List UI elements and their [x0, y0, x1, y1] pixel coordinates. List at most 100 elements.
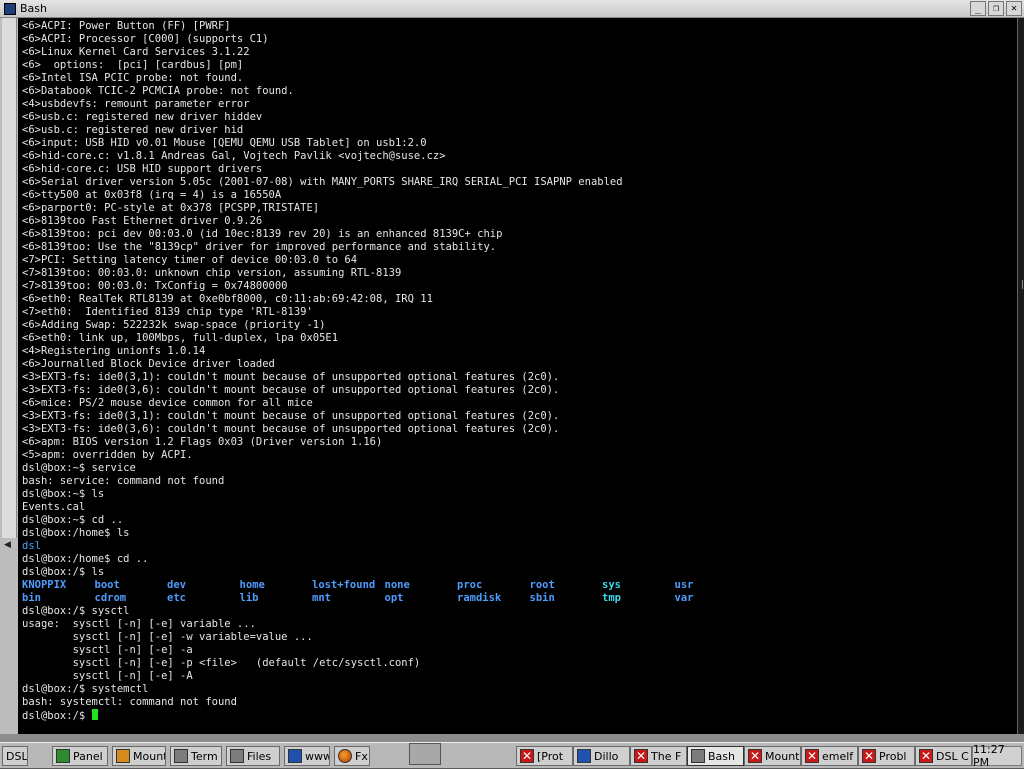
console-line: dsl@box:/$ sysctl: [22, 605, 130, 617]
launcher-label: Fx: [355, 749, 368, 763]
launcher-panel[interactable]: Panel: [52, 746, 108, 766]
task-button[interactable]: ✕ Probl: [858, 746, 915, 766]
scrollbar[interactable]: ◀: [0, 18, 18, 742]
ls-entry: home: [239, 579, 265, 591]
console-line: dsl: [22, 540, 41, 552]
clock: 11:27 PM: [972, 743, 1022, 769]
prompt-line[interactable]: dsl@box:/$: [22, 709, 1012, 722]
launcher-fx[interactable]: Fx: [334, 746, 370, 766]
console-line: <3>EXT3-fs: ide0(3,1): couldn't mount be…: [22, 371, 560, 383]
ls-entry: etc: [167, 592, 186, 604]
title-bar[interactable]: Bash _ ❐ ✕: [0, 0, 1024, 18]
launcher-label: Mount: [133, 749, 166, 763]
ls-entry: ramdisk: [457, 592, 502, 604]
taskbar: DSL 11:27 PM Panel Mount Term Files www Fx ✕ [P…: [0, 742, 1024, 769]
bash-icon: [691, 749, 705, 763]
console-line: <6>8139too Fast Ethernet driver 0.9.26: [22, 215, 263, 227]
start-button[interactable]: DSL: [2, 746, 28, 766]
ls-entry: proc: [457, 579, 483, 591]
console-line: <6> options: [pci] [cardbus] [pm]: [22, 59, 244, 71]
console-line: <6>apm: BIOS version 1.2 Flags 0x03 (Dri…: [22, 436, 383, 448]
console-line: <4>usbdevfs: remount parameter error: [22, 98, 250, 110]
launcher-mount[interactable]: Mount: [112, 746, 166, 766]
maximize-button[interactable]: ❐: [988, 1, 1004, 16]
task-label: Bash: [708, 749, 735, 763]
mount-icon: [116, 749, 130, 763]
console-line: <3>EXT3-fs: ide0(3,6): couldn't mount be…: [22, 423, 560, 435]
x-icon: ✕: [862, 749, 876, 763]
console-line: <6>Databook TCIC-2 PCMCIA probe: not fou…: [22, 85, 294, 97]
console-line: <6>8139too: Use the "8139cp" driver for …: [22, 241, 497, 253]
task-button[interactable]: ✕ The F: [630, 746, 687, 766]
task-button[interactable]: ✕ [Prot: [516, 746, 573, 766]
task-label: Probl: [879, 749, 907, 763]
minimize-button[interactable]: _: [970, 1, 986, 16]
ls-entry: opt: [384, 592, 404, 604]
console-line: dsl@box:/$ ls: [22, 566, 105, 578]
text-cursor: [91, 709, 98, 720]
console-line: <6>input: USB HID v0.01 Mouse [QEMU QEMU…: [22, 137, 427, 149]
scrollbar-thumb[interactable]: [2, 18, 17, 538]
launcher-label: Panel: [73, 749, 103, 763]
launcher-files[interactable]: Files: [226, 746, 280, 766]
console-line: <6>hid-core.c: v1.8.1 Andreas Gal, Vojte…: [22, 150, 446, 162]
x-icon: ✕: [805, 749, 819, 763]
x-icon: ✕: [634, 749, 648, 763]
console-line: <4>Registering unionfs 1.0.14: [22, 345, 206, 357]
dillo-icon: [577, 749, 591, 763]
scroll-arrow-icon[interactable]: ◀: [4, 540, 11, 550]
task-button[interactable]: Dillo: [573, 746, 630, 766]
ls-entry: lost+found: [312, 579, 376, 591]
launcher-www[interactable]: www: [284, 746, 330, 766]
console-line: sysctl [-n] [-e] -a: [22, 644, 193, 656]
console-line: <6>Journalled Block Device driver loaded: [22, 358, 275, 370]
browser-icon: [288, 749, 302, 763]
task-label: Dillo: [594, 749, 619, 763]
console-line: <6>tty500 at 0x03f8 (irq = 4) is a 16550…: [22, 189, 282, 201]
console-line: <3>EXT3-fs: ide0(3,6): couldn't mount be…: [22, 384, 560, 396]
pager-box[interactable]: [409, 743, 441, 765]
console-line: dsl@box:/home$ ls: [22, 527, 130, 539]
task-label: [Prot: [537, 749, 564, 763]
console-line: dsl@box:/$ systemctl: [22, 683, 149, 695]
launcher-label: Files: [247, 749, 272, 763]
task-button[interactable]: ✕ emelf: [801, 746, 858, 766]
console-line: sysctl [-n] [-e] -p <file> (default /etc…: [22, 657, 421, 669]
ls-entry: mnt: [312, 592, 331, 604]
files-icon: [230, 749, 244, 763]
console-line: usage: sysctl [-n] [-e] variable ...: [22, 618, 256, 630]
console-line: bash: systemctl: command not found: [22, 696, 237, 708]
console-line: bash: service: command not found: [22, 475, 225, 487]
console-line: <5>apm: overridden by ACPI.: [22, 449, 193, 461]
terminal-area[interactable]: ◀ | <6>ACPI: Power Button (FF) [PWRF] <6>…: [0, 18, 1024, 742]
console-line: <6>usb.c: registered new driver hiddev: [22, 111, 263, 123]
console-line: <6>ACPI: Processor [C000] (supports C1): [22, 33, 269, 45]
ls-entry: bin: [22, 592, 41, 604]
x-icon: ✕: [520, 749, 534, 763]
task-button[interactable]: ✕ Mount: [744, 746, 801, 766]
task-button[interactable]: Bash: [687, 746, 744, 766]
ls-entry: root: [529, 579, 555, 591]
ls-entry: KNOPPIX: [22, 579, 67, 591]
ls-entry: boot: [94, 579, 120, 591]
task-label: The F: [651, 749, 682, 763]
task-button[interactable]: ✕ DSL C: [915, 746, 972, 766]
console-line: <6>mice: PS/2 mouse device common for al…: [22, 397, 313, 409]
firefox-icon: [338, 749, 352, 763]
console-output: <6>ACPI: Power Button (FF) [PWRF] <6>ACPI…: [22, 20, 1012, 722]
console-line: <6>Serial driver version 5.05c (2001-07-…: [22, 176, 623, 188]
launcher-term[interactable]: Term: [170, 746, 222, 766]
close-button[interactable]: ✕: [1006, 1, 1022, 16]
task-label: DSL C: [936, 749, 969, 763]
ls-entry: var: [674, 592, 694, 604]
console-line: <7>8139too: 00:03.0: unknown chip versio…: [22, 267, 402, 279]
console-line: <7>eth0: Identified 8139 chip type 'RTL-…: [22, 306, 313, 318]
console-line: <6>usb.c: registered new driver hid: [22, 124, 244, 136]
console-line: <3>EXT3-fs: ide0(3,1): couldn't mount be…: [22, 410, 560, 422]
panel-icon: [56, 749, 70, 763]
console-line: <6>eth0: RealTek RTL8139 at 0xe0bf8000, …: [22, 293, 433, 305]
ls-entry: usr: [674, 579, 694, 591]
console-line: <7>PCI: Setting latency timer of device …: [22, 254, 358, 266]
ls-entry: tmp: [602, 592, 621, 604]
console-line: dsl@box:~$ service: [22, 462, 136, 474]
